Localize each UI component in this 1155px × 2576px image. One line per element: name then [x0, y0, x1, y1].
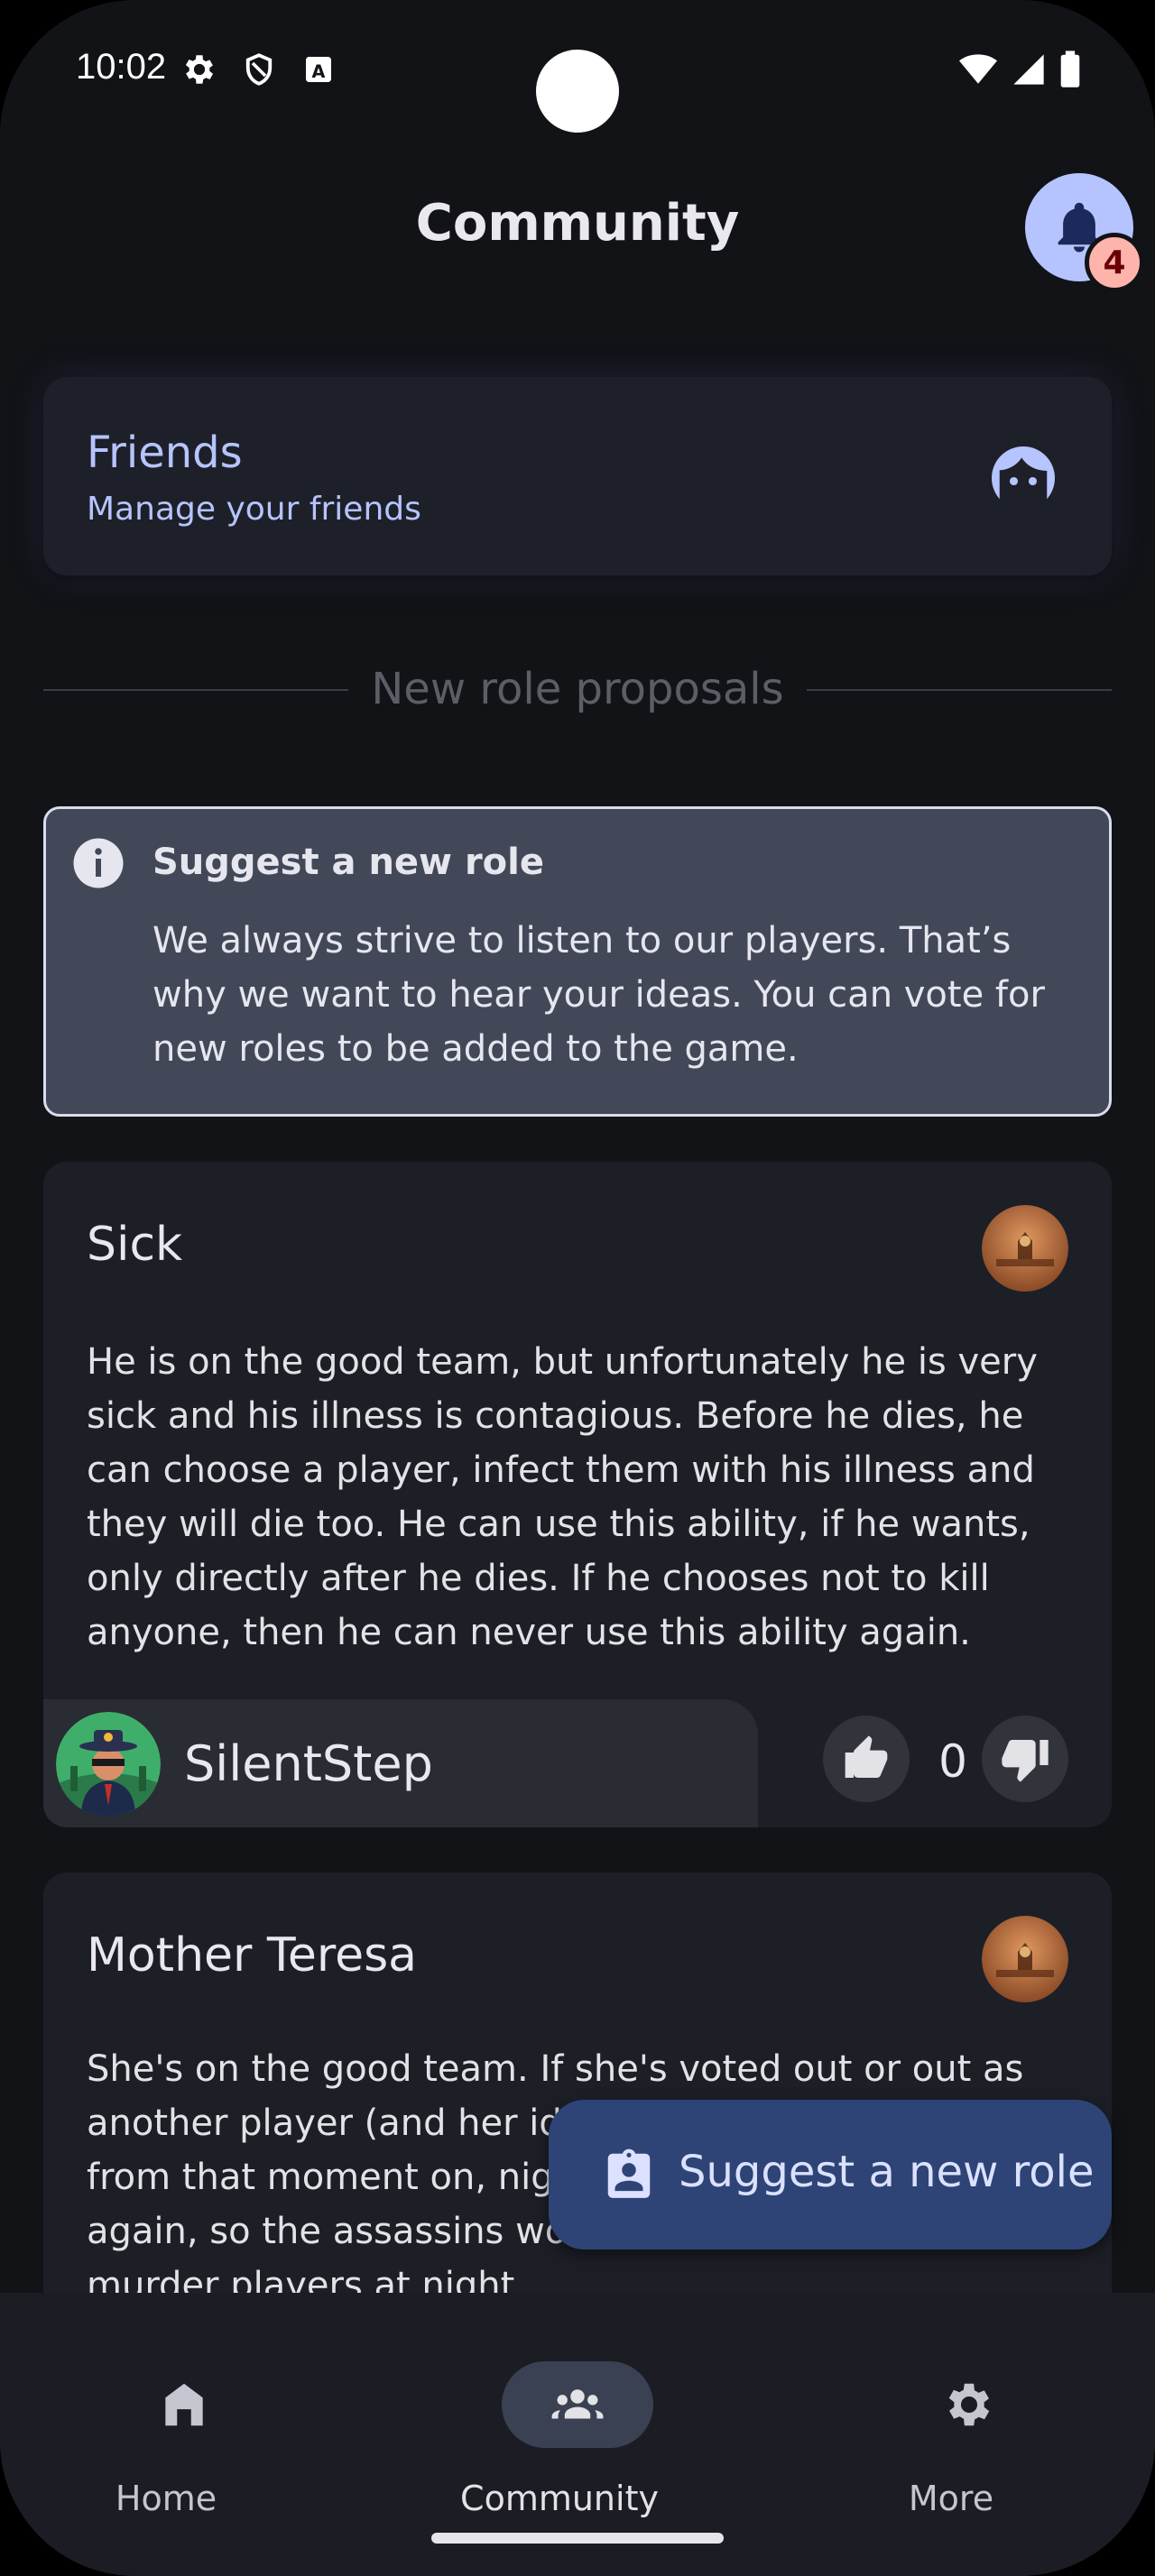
nav-pill [893, 2361, 1045, 2448]
app-screen: 10:02 A Community 4 Friends Manage your … [0, 0, 1155, 2576]
upvote-button[interactable] [823, 1716, 910, 1802]
nav-label: Community [460, 2479, 659, 2518]
nav-label: Home [115, 2479, 217, 2518]
suggest-new-role-button[interactable]: Suggest a new role [549, 2100, 1112, 2249]
downvote-button[interactable] [982, 1716, 1068, 1802]
team-badge-icon [982, 1205, 1068, 1292]
notification-count-badge: 4 [1085, 233, 1144, 292]
shield-status-icon [245, 53, 273, 86]
nav-pill-active [502, 2361, 653, 2448]
battery-icon [1060, 51, 1080, 87]
nav-item-more[interactable]: More [816, 2327, 1086, 2518]
proposal-description: He is on the good team, but unfortunatel… [87, 1341, 1038, 1653]
home-icon [165, 2383, 203, 2426]
nav-pill [108, 2361, 260, 2448]
camera-cutout [536, 50, 619, 133]
detective-avatar-icon [56, 1712, 161, 1817]
proposal-title: Sick [87, 1218, 183, 1272]
proposal-description-line: She's on the good team. If she's voted o… [87, 2048, 1024, 2090]
contact-badge-icon [607, 2148, 651, 2198]
friends-card[interactable]: Friends Manage your friends [43, 377, 1112, 575]
face-icon [992, 446, 1055, 514]
nav-item-home[interactable]: Home [31, 2327, 301, 2518]
status-time: 10:02 [76, 47, 167, 87]
page-title: Community [415, 194, 740, 253]
wifi-icon [959, 54, 997, 84]
nav-item-community[interactable]: Community [424, 2327, 695, 2518]
divider-line-right [807, 689, 1112, 691]
settings-status-icon [185, 55, 214, 84]
vote-count: 0 [938, 1735, 967, 1788]
author-chip[interactable]: SilentStep [43, 1699, 758, 1827]
thumb-down-icon [1002, 1740, 1049, 1782]
friends-card-title: Friends [87, 428, 243, 478]
thumb-up-icon [845, 1735, 888, 1778]
info-box-body: We always strive to listen to our player… [152, 920, 1045, 1070]
groups-icon [551, 2389, 604, 2419]
suggest-role-info-box: Suggest a new role We always strive to l… [43, 806, 1112, 1117]
fab-label: Suggest a new role [679, 2147, 1095, 2197]
keyboard-status-icon: A [306, 57, 331, 82]
friends-card-subtitle: Manage your friends [87, 491, 421, 528]
signal-icon [1013, 54, 1044, 85]
status-icons-right [958, 51, 1081, 88]
team-badge-icon [982, 1916, 1068, 2002]
svg-text:A: A [312, 61, 326, 82]
author-name: SilentStep [184, 1735, 433, 1792]
proposal-title: Mother Teresa [87, 1928, 418, 1983]
info-box-title: Suggest a new role [152, 842, 544, 883]
home-indicator[interactable] [431, 2533, 724, 2544]
proposal-card: Sick He is on the good team, but unfortu… [43, 1162, 1112, 1827]
nav-label: More [908, 2479, 994, 2518]
author-avatar [56, 1712, 161, 1817]
gear-icon [948, 2383, 990, 2426]
status-icons-left: A [180, 51, 337, 88]
status-bar: 10:02 A [0, 0, 1155, 135]
info-icon [73, 838, 124, 888]
